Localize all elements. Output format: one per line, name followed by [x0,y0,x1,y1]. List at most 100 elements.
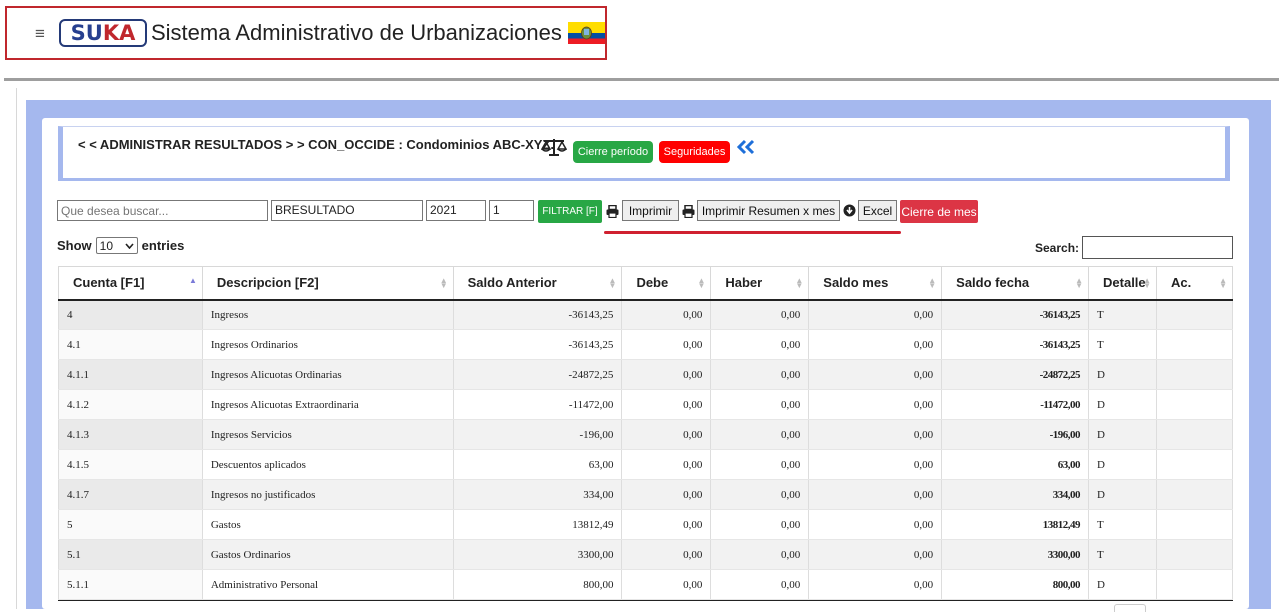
entries-select[interactable]: 10 [95,237,138,254]
cell-debe: 0,00 [621,539,711,570]
logo-text-left: SU [70,21,103,45]
table-row[interactable]: 5.1.1 Administrativo Personal 800,00 0,00 0,… [58,569,1234,600]
cell-detalle: D [1088,479,1157,510]
cierre-periodo-button[interactable]: Cierre período [573,141,653,163]
suka-logo[interactable]: SU KA [59,19,147,47]
table-row[interactable]: 4.1.2 Ingresos Alicuotas Extraordinaria -1… [58,389,1234,420]
table-bottom-border [58,600,1233,601]
table-search-input[interactable] [1082,236,1233,259]
download-icon [843,204,856,217]
seguridades-button[interactable]: Seguridades [659,141,730,163]
cell-saldo-anterior: 800,00 [452,569,622,600]
column-header-debe[interactable]: Debe ▲ ▼ [621,266,711,301]
table-row[interactable]: 5.1 Gastos Ordinarios 3300,00 0,00 0,00 0,00 3… [58,539,1234,570]
cell-saldo-anterior: -11472,00 [452,389,622,420]
column-header-ac[interactable]: Ac. ▲ ▼ [1155,266,1234,301]
table-row[interactable]: 5 Gastos 13812,49 0,00 0,00 0,00 13812,49 T [58,509,1234,540]
cell-detalle: T [1088,539,1157,570]
cell-debe: 0,00 [621,299,711,330]
cell-descripcion: Descuentos aplicados [201,449,454,480]
search-input[interactable] [57,200,268,221]
cell-detalle: D [1088,419,1157,450]
cell-cuenta: 5 [58,509,203,540]
cell-debe: 0,00 [621,569,711,600]
logo-text-right: KA [102,21,136,45]
cell-debe: 0,00 [621,359,711,390]
cell-descripcion: Administrativo Personal [201,569,454,600]
printer-icon [682,205,695,218]
highlight-underline [604,231,901,234]
cell-saldo-mes: 0,00 [808,569,942,600]
print-summary-button[interactable]: Imprimir Resumen x mes [697,200,840,221]
table-row[interactable]: 4.1.5 Descuentos aplicados 63,00 0,00 0,00 0,… [58,449,1234,480]
entries-label: entries [141,238,185,253]
cell-cuenta: 4.1.2 [58,389,203,420]
cell-ac [1155,389,1234,420]
cell-saldo-fecha: 3300,00 [941,539,1089,570]
table-row[interactable]: 4 Ingresos -36143,25 0,00 0,00 0,00 -36143,25 T [58,299,1234,330]
column-header-haber[interactable]: Haber ▲ ▼ [710,266,809,301]
double-chevron-left-icon[interactable] [737,139,755,155]
cell-saldo-mes: 0,00 [808,329,942,360]
cell-saldo-anterior: -24872,25 [452,359,622,390]
cell-descripcion: Ingresos Servicios [201,419,454,450]
cell-saldo-anterior: 3300,00 [452,539,622,570]
print-button[interactable]: Imprimir [622,200,679,221]
cell-debe: 0,00 [621,449,711,480]
cell-haber: 0,00 [710,389,809,420]
cell-saldo-mes: 0,00 [808,299,942,330]
cell-cuenta: 4.1.3 [58,419,203,450]
module-input[interactable]: BRESULTADO [271,200,423,221]
cell-saldo-fecha: -36143,25 [941,299,1089,330]
cierre-mes-button[interactable]: Cierre de mes [900,200,978,223]
cell-ac [1155,539,1234,570]
cell-saldo-anterior: -196,00 [452,419,622,450]
cell-saldo-fecha: -24872,25 [941,359,1089,390]
cell-saldo-mes: 0,00 [808,539,942,570]
cell-saldo-fecha: 13812,49 [941,509,1089,540]
cell-debe: 0,00 [621,389,711,420]
filter-button[interactable]: FILTRAR [F] [538,200,602,223]
column-header-detalle[interactable]: Detalle ▲ ▼ [1088,266,1157,301]
column-header-saldo-mes[interactable]: Saldo mes ▲ ▼ [808,266,942,301]
cell-ac [1155,299,1234,330]
table-row[interactable]: 4.1.7 Ingresos no justificados 334,00 0,00 0… [58,479,1234,510]
column-header-cuenta[interactable]: Cuenta [F1] ▲ [58,266,203,301]
cell-detalle: T [1088,329,1157,360]
cell-haber: 0,00 [710,479,809,510]
cell-debe: 0,00 [621,419,711,450]
cell-descripcion: Gastos [201,509,454,540]
cell-saldo-mes: 0,00 [808,479,942,510]
cell-haber: 0,00 [710,569,809,600]
cell-haber: 0,00 [710,329,809,360]
cell-haber: 0,00 [710,449,809,480]
cell-saldo-anterior: -36143,25 [452,329,622,360]
app-title: Sistema Administrativo de Urbanizaciones [151,20,562,45]
cell-saldo-mes: 0,00 [808,449,942,480]
year-input[interactable]: 2021 [426,200,486,221]
show-label: Show [57,238,92,253]
table-row[interactable]: 4.1 Ingresos Ordinarios -36143,25 0,00 0,00 0… [58,329,1234,360]
column-header-descripcion[interactable]: Descripcion [F2] ▲ ▼ [201,266,454,301]
cell-descripcion: Ingresos [201,299,454,330]
cell-saldo-fecha: 63,00 [941,449,1089,480]
cell-ac [1155,419,1234,450]
cell-saldo-mes: 0,00 [808,509,942,540]
table-row[interactable]: 4.1.3 Ingresos Servicios -196,00 0,00 0,00 0,… [58,419,1234,450]
table-search-label: Search: [1035,241,1080,255]
cell-cuenta: 4.1 [58,329,203,360]
cell-cuenta: 5.1.1 [58,569,203,600]
cell-debe: 0,00 [621,329,711,360]
hamburger-icon[interactable]: ≡ [35,25,47,42]
excel-button[interactable]: Excel [858,200,897,221]
pagination-control[interactable] [1114,604,1146,612]
cell-detalle: T [1088,509,1157,540]
period-input[interactable]: 1 [489,200,534,221]
column-header-saldo-fecha[interactable]: Saldo fecha ▲ ▼ [941,266,1089,301]
column-header-saldo-anterior[interactable]: Saldo Anterior ▲ ▼ [452,266,622,301]
table-row[interactable]: 4.1.1 Ingresos Alicuotas Ordinarias -24872… [58,359,1234,390]
cell-haber: 0,00 [710,419,809,450]
cell-haber: 0,00 [710,299,809,330]
cell-cuenta: 4.1.1 [58,359,203,390]
balance-scale-icon[interactable] [541,136,567,158]
